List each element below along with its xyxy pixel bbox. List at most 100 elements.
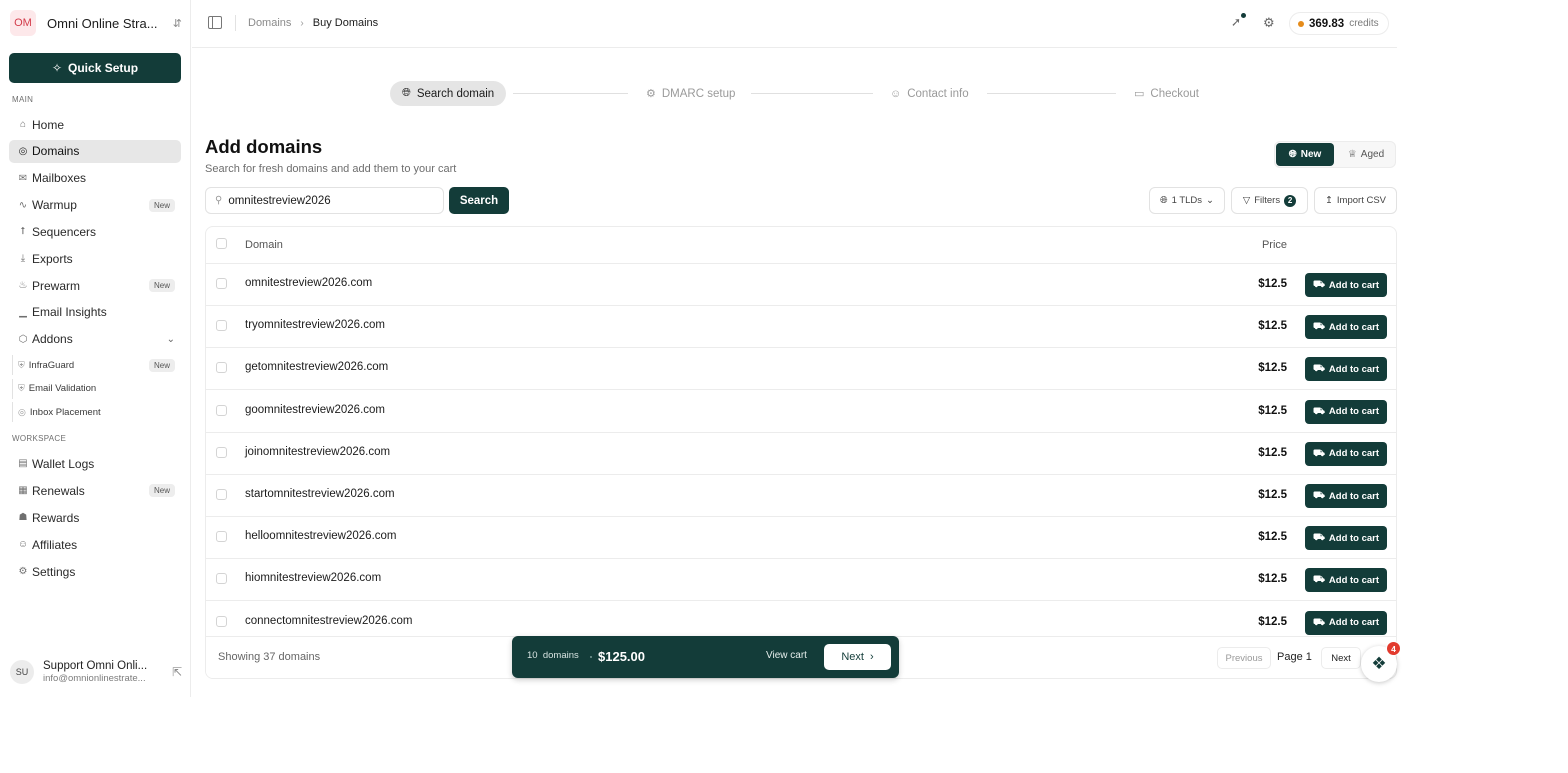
settings-icon: ⚙	[646, 88, 656, 100]
next-page-button[interactable]: Next	[1321, 647, 1361, 669]
sidebar-item-warmup[interactable]: ∿ Warmup New	[9, 194, 181, 217]
sidebar-item-sequencers[interactable]: ⭡ Sequencers	[9, 220, 181, 243]
step-search-domain[interactable]: 🌐︎ Search domain	[390, 81, 507, 106]
settings-icon[interactable]: ⚙	[1263, 15, 1275, 31]
search-button[interactable]: Search	[449, 187, 509, 214]
search-input[interactable]	[228, 194, 429, 207]
row-checkbox[interactable]	[216, 320, 227, 332]
page-indicator: Page 1	[1277, 651, 1312, 663]
breadcrumb-buy-domains: Buy Domains	[312, 17, 379, 29]
add-to-cart-label: Add to cart	[1328, 574, 1380, 586]
row-checkbox[interactable]	[216, 446, 227, 458]
sidebar-item-inbox-placement[interactable]: ◎ Inbox Placement	[12, 402, 178, 422]
sidebar-item-exports[interactable]: ⤓ Exports	[9, 247, 181, 270]
import-csv-button[interactable]: ↥ Import CSV	[1314, 187, 1397, 214]
step-label: Checkout	[1150, 87, 1199, 100]
add-to-cart-button[interactable]: ⛟ Add to cart	[1305, 610, 1387, 635]
toggle-aged-label: Aged	[1360, 149, 1385, 160]
user-menu[interactable]: SU Support Omni Onli... info@omnionlines…	[10, 657, 182, 687]
row-checkbox[interactable]	[216, 531, 227, 543]
add-to-cart-button[interactable]: ⛟ Add to cart	[1305, 441, 1387, 466]
domain-price: $12.5	[1258, 489, 1287, 501]
mail-icon: ✉	[18, 172, 28, 184]
sidebar-item-affiliates[interactable]: ☺ Affiliates	[9, 533, 181, 556]
cart-icon: ⛟	[1312, 490, 1325, 501]
cart-icon: ⛟	[1312, 279, 1325, 290]
domain-price: $12.5	[1258, 531, 1287, 544]
user-name: Support Omni Onli...	[43, 660, 148, 672]
table-row: getomnitestreview2026.com $12.5 ⛟ Add to ca…	[206, 348, 1396, 391]
sidebar-item-label: Settings	[32, 564, 76, 579]
sidebar: OM Omni Online Stra... ⇵ ✧ Quick Setup M…	[0, 0, 191, 697]
table-row: tryomnitestreview2026.com $12.5 ⛟ Add to ca…	[206, 306, 1396, 349]
filters-label: Filters	[1254, 195, 1281, 206]
sidebar-item-domains[interactable]: ◎ Domains	[9, 139, 181, 163]
page-title: Add domains	[205, 136, 323, 157]
row-checkbox[interactable]	[216, 278, 227, 289]
step-checkout[interactable]: ▭ Checkout	[1134, 81, 1199, 106]
row-checkbox[interactable]	[216, 404, 227, 416]
sidebar-item-infraguard[interactable]: ⛨ InfraGuard New	[12, 355, 178, 375]
filters-button[interactable]: ▽ Filters 2	[1231, 187, 1308, 214]
chevron-right-icon: ›	[300, 17, 304, 29]
gift-icon: ☗	[18, 512, 28, 523]
settings-icon: ⚙	[18, 566, 28, 577]
section-label-main: MAIN	[12, 95, 34, 104]
previous-page-button[interactable]: Previous	[1217, 647, 1271, 669]
cart-count-word: domains	[542, 650, 579, 661]
shield-check-icon: ⛨	[18, 383, 25, 393]
sidebar-item-prewarm[interactable]: ♨ Prewarm New	[9, 274, 181, 297]
sidebar-item-addons[interactable]: ⬡ Addons ⌄	[9, 328, 181, 351]
tld-dropdown[interactable]: 🌐︎ 1 TLDs ⌄	[1149, 187, 1225, 214]
sidebar-item-home[interactable]: ⌂ Home	[9, 113, 181, 136]
sidebar-item-email-validation[interactable]: ⛨ Email Validation	[12, 378, 178, 399]
quick-setup-button[interactable]: ✧ Quick Setup	[9, 53, 181, 83]
add-to-cart-label: Add to cart	[1328, 532, 1380, 544]
import-label: Import CSV	[1336, 195, 1387, 206]
add-to-cart-button[interactable]: ⛟ Add to cart	[1305, 484, 1387, 508]
add-to-cart-button[interactable]: ⛟ Add to cart	[1305, 357, 1387, 382]
shield-icon: ⛨	[18, 359, 25, 370]
toggle-aged-button[interactable]: ♕ Aged	[1337, 143, 1395, 166]
domain-search-field[interactable]: ⚲	[205, 187, 444, 214]
step-dmarc-setup[interactable]: ⚙ DMARC setup	[646, 81, 735, 106]
row-checkbox[interactable]	[216, 362, 227, 374]
add-to-cart-button[interactable]: ⛟ Add to cart	[1305, 315, 1387, 340]
logout-icon[interactable]: ⇱	[172, 665, 182, 679]
sidebar-item-email-insights[interactable]: ▁ Email Insights	[9, 301, 181, 324]
sidebar-item-label: Addons	[32, 332, 73, 347]
select-all-checkbox[interactable]	[216, 238, 227, 249]
chevron-down-icon: ⌄	[1206, 195, 1215, 206]
toggle-new-button[interactable]: 🌐︎ New	[1276, 143, 1334, 166]
step-contact-info[interactable]: ☺ Contact info	[890, 81, 969, 106]
cart-count: 10 domains	[527, 650, 579, 661]
rocket-icon[interactable]: ➚	[1231, 15, 1241, 29]
sidebar-item-mailboxes[interactable]: ✉ Mailboxes	[9, 167, 181, 190]
domain-name: goomnitestreview2026.com	[245, 403, 385, 416]
add-to-cart-button[interactable]: ⛟ Add to cart	[1305, 273, 1387, 297]
sidebar-item-settings[interactable]: ⚙ Settings	[9, 560, 181, 583]
sidebar-item-renewals[interactable]: ▦ Renewals New	[9, 479, 181, 502]
breadcrumb-domains[interactable]: Domains	[248, 17, 291, 29]
add-to-cart-button[interactable]: ⛟ Add to cart	[1305, 399, 1387, 424]
sidebar-toggle-icon[interactable]	[208, 16, 222, 29]
sidebar-item-wallet-logs[interactable]: ▤ Wallet Logs	[9, 452, 181, 475]
credits-badge[interactable]: 369.83 credits	[1289, 12, 1389, 35]
step-connector	[987, 93, 1116, 94]
domain-name: connectomnitestreview2026.com	[245, 614, 413, 627]
row-checkbox[interactable]	[216, 615, 227, 627]
row-checkbox[interactable]	[216, 489, 227, 500]
target-icon: ◎	[18, 406, 26, 417]
step-label: DMARC setup	[661, 87, 736, 100]
cart-next-button[interactable]: Next ›	[824, 644, 891, 670]
workspace-switcher[interactable]: OM Omni Online Stra... ⇵	[10, 10, 182, 36]
section-label-workspace: WORKSPACE	[12, 434, 67, 443]
add-to-cart-button[interactable]: ⛟ Add to cart	[1305, 526, 1387, 551]
cart-count-number: 10	[527, 650, 538, 661]
sidebar-item-rewards[interactable]: ☗ Rewards	[9, 506, 181, 529]
domain-type-toggle: 🌐︎ New ♕ Aged	[1274, 141, 1396, 168]
row-checkbox[interactable]	[216, 573, 227, 585]
add-to-cart-button[interactable]: ⛟ Add to cart	[1305, 568, 1387, 593]
view-cart-link[interactable]: View cart	[766, 650, 807, 661]
sidebar-item-label: Inbox Placement	[29, 406, 101, 418]
